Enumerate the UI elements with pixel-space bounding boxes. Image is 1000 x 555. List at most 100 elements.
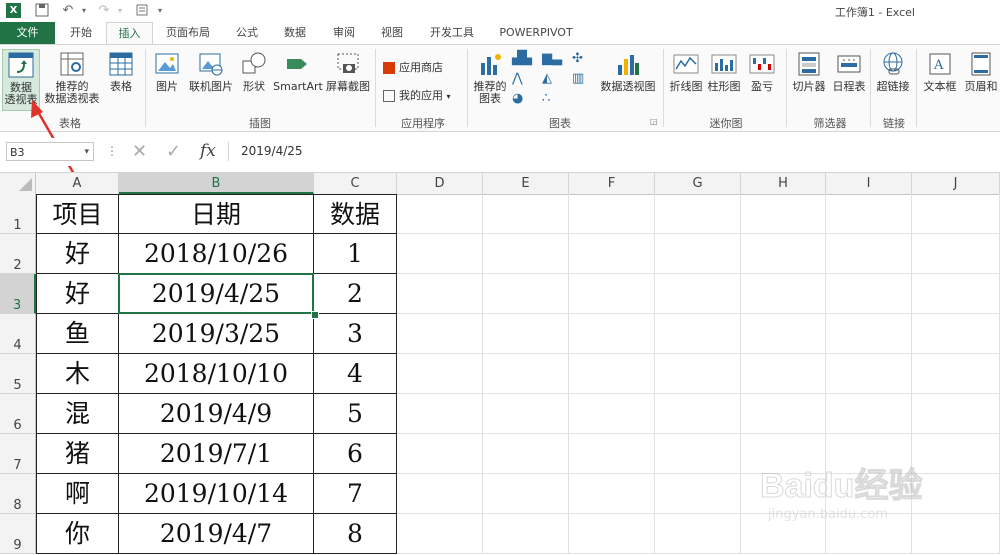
- app-store-button[interactable]: 应用商店: [383, 61, 443, 75]
- my-apps-button[interactable]: 我的应用 ▾: [383, 89, 451, 104]
- table-cell[interactable]: 8: [314, 514, 397, 554]
- table-cell[interactable]: 5: [314, 394, 397, 434]
- empty-cell[interactable]: [655, 274, 741, 314]
- empty-cell[interactable]: [483, 274, 569, 314]
- empty-cell[interactable]: [397, 394, 483, 434]
- empty-cell[interactable]: [655, 474, 741, 514]
- empty-cell[interactable]: [483, 354, 569, 394]
- empty-cell[interactable]: [826, 194, 912, 234]
- table-cell[interactable]: 1: [314, 234, 397, 274]
- textbox-button[interactable]: A 文本框: [920, 51, 960, 93]
- dialog-launcher-icon[interactable]: ◲: [650, 117, 658, 126]
- redo-dropdown-icon[interactable]: ▾: [112, 3, 128, 19]
- column-header-f[interactable]: F: [569, 173, 655, 194]
- empty-cell[interactable]: [569, 354, 655, 394]
- row-header[interactable]: 1: [0, 194, 36, 234]
- empty-cell[interactable]: [569, 234, 655, 274]
- empty-cell[interactable]: [569, 434, 655, 474]
- empty-cell[interactable]: [397, 474, 483, 514]
- smartart-button[interactable]: SmartArt: [272, 51, 324, 93]
- row-header[interactable]: 8: [0, 474, 36, 514]
- empty-cell[interactable]: [741, 314, 826, 354]
- save-icon[interactable]: [34, 3, 50, 19]
- empty-cell[interactable]: [569, 274, 655, 314]
- customize-toolbar-icon[interactable]: [134, 3, 150, 19]
- tab-review[interactable]: 审阅: [325, 22, 363, 44]
- recommended-pivot-button[interactable]: 推荐的 数据透视表: [42, 51, 102, 105]
- tab-data[interactable]: 数据: [276, 22, 314, 44]
- empty-cell[interactable]: [397, 194, 483, 234]
- table-header-cell[interactable]: 日期: [119, 194, 314, 234]
- header-footer-button[interactable]: 页眉和: [962, 51, 1000, 93]
- empty-cell[interactable]: [655, 394, 741, 434]
- column-header-i[interactable]: I: [826, 173, 912, 194]
- area-chart-icon[interactable]: ◭: [542, 71, 552, 86]
- column-header-c[interactable]: C: [314, 173, 397, 194]
- row-header[interactable]: 3: [0, 274, 36, 314]
- table-cell[interactable]: 4: [314, 354, 397, 394]
- empty-cell[interactable]: [655, 194, 741, 234]
- line-chart-icon[interactable]: ⋀: [512, 71, 523, 86]
- tab-file[interactable]: 文件: [0, 22, 55, 44]
- row-header[interactable]: 6: [0, 394, 36, 434]
- table-cell[interactable]: 2: [314, 274, 397, 314]
- empty-cell[interactable]: [912, 354, 1000, 394]
- empty-cell[interactable]: [912, 274, 1000, 314]
- recommended-charts-button[interactable]: 推荐的 图表: [472, 51, 508, 105]
- shapes-button[interactable]: 形状: [238, 51, 270, 93]
- insert-function-icon[interactable]: fx: [200, 141, 216, 161]
- table-cell[interactable]: 啊: [36, 474, 119, 514]
- empty-cell[interactable]: [826, 354, 912, 394]
- tab-view[interactable]: 视图: [373, 22, 411, 44]
- column-chart-icon[interactable]: ▟▙: [512, 51, 532, 66]
- table-cell[interactable]: 3: [314, 314, 397, 354]
- empty-cell[interactable]: [741, 274, 826, 314]
- table-cell[interactable]: 好: [36, 234, 119, 274]
- table-cell[interactable]: 2018/10/10: [119, 354, 314, 394]
- empty-cell[interactable]: [397, 514, 483, 554]
- empty-cell[interactable]: [483, 314, 569, 354]
- empty-cell[interactable]: [655, 434, 741, 474]
- empty-cell[interactable]: [912, 234, 1000, 274]
- formula-input[interactable]: 2019/4/25: [228, 142, 1000, 161]
- stock-chart-icon[interactable]: ▥: [572, 71, 584, 86]
- sparkline-line-button[interactable]: 折线图: [668, 51, 704, 93]
- scatter-chart-icon[interactable]: ∴: [542, 91, 550, 106]
- table-cell[interactable]: 鱼: [36, 314, 119, 354]
- empty-cell[interactable]: [569, 394, 655, 434]
- empty-cell[interactable]: [826, 314, 912, 354]
- tab-home[interactable]: 开始: [62, 22, 100, 44]
- empty-cell[interactable]: [826, 274, 912, 314]
- table-cell[interactable]: 6: [314, 434, 397, 474]
- table-cell[interactable]: 2019/3/25: [119, 314, 314, 354]
- table-button[interactable]: 表格: [104, 51, 138, 93]
- picture-button[interactable]: 图片: [150, 51, 184, 93]
- empty-cell[interactable]: [483, 394, 569, 434]
- name-box[interactable]: B3 ▾: [6, 142, 94, 161]
- column-header-d[interactable]: D: [397, 173, 483, 194]
- column-header-j[interactable]: J: [912, 173, 1000, 194]
- table-cell[interactable]: 你: [36, 514, 119, 554]
- empty-cell[interactable]: [912, 314, 1000, 354]
- sparkline-column-button[interactable]: 柱形图: [706, 51, 742, 93]
- empty-cell[interactable]: [483, 194, 569, 234]
- table-cell[interactable]: 7: [314, 474, 397, 514]
- table-header-cell[interactable]: 数据: [314, 194, 397, 234]
- empty-cell[interactable]: [741, 354, 826, 394]
- empty-cell[interactable]: [397, 434, 483, 474]
- empty-cell[interactable]: [826, 394, 912, 434]
- empty-cell[interactable]: [569, 514, 655, 554]
- tab-insert[interactable]: 插入: [106, 22, 153, 45]
- empty-cell[interactable]: [397, 314, 483, 354]
- table-cell[interactable]: 2019/7/1: [119, 434, 314, 474]
- pie-chart-icon[interactable]: ◕: [512, 91, 523, 106]
- empty-cell[interactable]: [655, 314, 741, 354]
- column-header-a[interactable]: A: [36, 173, 119, 194]
- empty-cell[interactable]: [483, 514, 569, 554]
- pivot-chart-button[interactable]: 数据透视图: [600, 51, 656, 93]
- table-cell[interactable]: 好: [36, 274, 119, 314]
- empty-cell[interactable]: [483, 474, 569, 514]
- empty-cell[interactable]: [397, 234, 483, 274]
- column-header-b[interactable]: B: [119, 173, 314, 194]
- empty-cell[interactable]: [569, 474, 655, 514]
